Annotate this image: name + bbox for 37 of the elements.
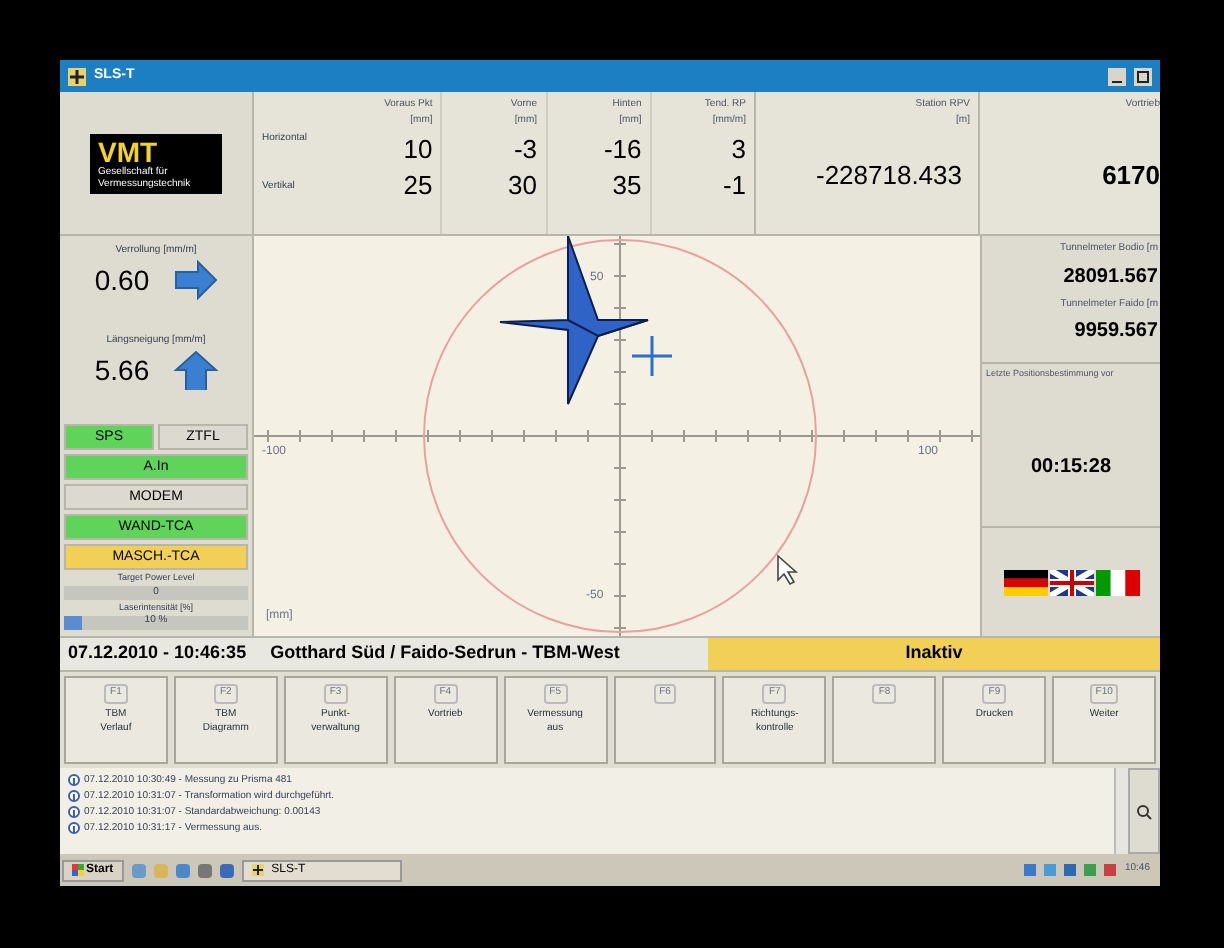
language-flag[interactable] xyxy=(1003,569,1047,595)
deviation-value: 30 xyxy=(508,170,537,200)
tunnel-value: 28091.567 xyxy=(1063,263,1158,291)
crosshair-icon xyxy=(630,334,674,378)
mode-status: Inaktiv xyxy=(708,638,1160,670)
scrollbar[interactable] xyxy=(1114,768,1128,854)
deviation-value: -1 xyxy=(722,170,746,200)
logo-name: VMT xyxy=(98,137,160,165)
info-icon xyxy=(68,806,80,818)
status-datetime: 07.12.2010 - 10:46:35 xyxy=(66,640,247,667)
vortrieb-value: 6170 xyxy=(1102,157,1160,193)
app-icon xyxy=(68,67,86,85)
windows-logo-icon xyxy=(72,864,84,876)
minimize-icon[interactable] xyxy=(1108,67,1126,85)
deviation-value: -16 xyxy=(603,134,642,164)
deviation-value: 25 xyxy=(403,170,433,200)
language-flag[interactable] xyxy=(1049,569,1093,595)
station-value: -228718.433 xyxy=(815,158,964,194)
right-arrow-icon xyxy=(173,260,218,300)
deviation-value: 3 xyxy=(731,134,746,164)
measure-value: 0.60 xyxy=(94,261,150,299)
info-icon xyxy=(68,774,80,786)
last-position-time: 00:15:28 xyxy=(1028,453,1114,482)
maximize-icon[interactable] xyxy=(1134,67,1152,85)
info-icon xyxy=(68,790,80,802)
tunnel-value: 9959.567 xyxy=(1074,318,1158,346)
deviation-value: 35 xyxy=(612,170,642,200)
info-icon xyxy=(68,822,80,834)
magnifier-icon xyxy=(1136,803,1152,819)
app-icon xyxy=(251,864,264,876)
project-name: Gotthard Süd / Faido-Sedrun - TBM-West xyxy=(268,640,622,667)
deviation-value: 10 xyxy=(403,134,433,164)
cursor-icon xyxy=(777,554,799,586)
deviation-value: -3 xyxy=(513,134,537,164)
up-arrow-icon xyxy=(173,350,218,390)
zoom-log-button[interactable] xyxy=(1128,768,1160,854)
measure-value: 5.66 xyxy=(94,351,150,389)
